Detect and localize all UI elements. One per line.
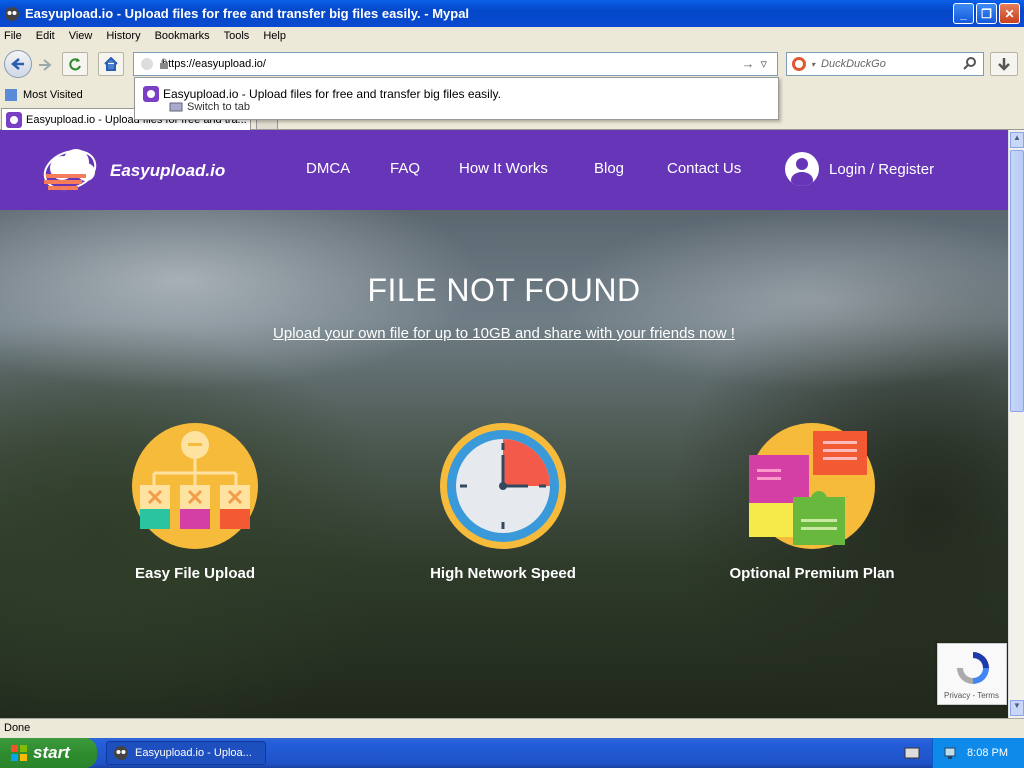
- menu-history[interactable]: History: [106, 30, 140, 42]
- minimize-button[interactable]: _: [953, 3, 974, 24]
- menu-edit[interactable]: Edit: [36, 30, 55, 42]
- recaptcha-icon: [957, 652, 989, 684]
- url-suggestion-dropdown[interactable]: Easyupload.io - Upload files for free an…: [134, 77, 779, 120]
- search-placeholder: DuckDuckGo: [821, 58, 886, 70]
- menu-bar: File Edit View History Bookmarks Tools H…: [0, 27, 1024, 45]
- feature-label: Easy File Upload: [134, 565, 256, 582]
- page-title: FILE NOT FOUND: [367, 272, 641, 308]
- system-tray: 8:08 PM: [932, 738, 1024, 768]
- address-text: https://easyupload.io/: [162, 58, 266, 70]
- feature-label: High Network Speed: [430, 565, 576, 582]
- back-arrow-icon: [11, 58, 24, 70]
- user-avatar-icon: [785, 152, 819, 186]
- windows-taskbar: start Easyupload.io - Uploa... 8:08 PM: [0, 738, 1024, 768]
- lock-icon: [160, 58, 168, 69]
- site-favicon-icon: [143, 86, 159, 102]
- task-label: Easyupload.io - Uploa...: [135, 747, 252, 759]
- search-engine-dropdown-icon[interactable]: ▾: [811, 60, 815, 69]
- download-arrow-icon: [998, 58, 1010, 71]
- clock-icon: [440, 423, 566, 549]
- keyboard-icon[interactable]: [904, 746, 920, 760]
- switch-to-tab-label: Switch to tab: [187, 101, 250, 113]
- window-titlebar: Easyupload.io - Upload files for free an…: [0, 0, 1024, 27]
- most-visited-bookmark[interactable]: Most Visited: [23, 89, 83, 101]
- nav-faq[interactable]: FAQ: [390, 160, 420, 177]
- scroll-up-icon[interactable]: ▲: [1010, 132, 1024, 148]
- file-structure-icon: [132, 423, 258, 549]
- menu-tools[interactable]: Tools: [224, 30, 250, 42]
- forward-arrow-icon: [39, 59, 52, 71]
- go-arrow-icon[interactable]: →▿: [741, 56, 773, 72]
- site-header: Easyupload.io DMCA FAQ How It Works Blog…: [0, 130, 1008, 210]
- nav-blog[interactable]: Blog: [594, 160, 624, 177]
- login-register-link[interactable]: Login / Register: [785, 152, 934, 186]
- nav-dmca[interactable]: DMCA: [306, 160, 350, 177]
- site-identity-icon: [141, 58, 153, 70]
- back-button[interactable]: [4, 50, 32, 78]
- feature-easy-file-upload: Easy File Upload: [70, 423, 320, 582]
- start-button[interactable]: start: [0, 738, 97, 768]
- browser-task-icon: [114, 746, 128, 760]
- forward-button[interactable]: [34, 54, 56, 76]
- feature-high-network-speed: High Network Speed: [378, 423, 628, 582]
- menu-file[interactable]: File: [4, 30, 22, 42]
- network-icon[interactable]: [943, 745, 959, 761]
- browser-icon: [5, 6, 19, 21]
- suggestion-item[interactable]: Easyupload.io - Upload files for free an…: [143, 86, 501, 102]
- window-title: Easyupload.io - Upload files for free an…: [25, 6, 470, 21]
- taskbar-browser-task[interactable]: Easyupload.io - Uploa...: [106, 741, 266, 765]
- cloud-logo-icon: [43, 149, 97, 191]
- search-icon[interactable]: [963, 57, 977, 71]
- nav-contact-us[interactable]: Contact Us: [667, 160, 741, 177]
- clock: 8:08 PM: [967, 747, 1008, 759]
- site-logo[interactable]: Easyupload.io: [40, 142, 225, 200]
- most-visited-icon: [5, 89, 17, 101]
- home-button[interactable]: [98, 52, 124, 76]
- reload-icon: [69, 58, 81, 71]
- duckduckgo-icon: [792, 57, 806, 71]
- reload-button[interactable]: [62, 52, 88, 76]
- scrollbar-thumb[interactable]: [1010, 150, 1024, 412]
- restore-button[interactable]: ❐: [976, 3, 997, 24]
- search-bar[interactable]: ▾ DuckDuckGo: [786, 52, 984, 76]
- start-label: start: [33, 743, 70, 762]
- recaptcha-links[interactable]: Privacy - Terms: [944, 691, 999, 700]
- logo-text: Easyupload.io: [110, 161, 226, 180]
- scroll-down-icon[interactable]: ▼: [1010, 700, 1024, 716]
- vertical-scrollbar[interactable]: ▲ ▼: [1008, 130, 1024, 718]
- close-button[interactable]: ✕: [999, 3, 1020, 24]
- address-bar[interactable]: https://easyupload.io/ →▿: [133, 52, 778, 76]
- feature-optional-premium-plan: Optional Premium Plan: [687, 423, 937, 582]
- menu-bookmarks[interactable]: Bookmarks: [155, 30, 210, 42]
- switch-tab-icon: [169, 102, 183, 112]
- puzzle-icon: [749, 423, 875, 549]
- nav-how-it-works[interactable]: How It Works: [459, 160, 548, 177]
- recaptcha-badge[interactable]: Privacy - Terms: [937, 643, 1007, 705]
- home-icon: [104, 57, 118, 71]
- tab-favicon-icon: [6, 111, 22, 128]
- downloads-button[interactable]: [990, 52, 1018, 76]
- feature-label: Optional Premium Plan: [729, 565, 895, 582]
- page-viewport: Easyupload.io DMCA FAQ How It Works Blog…: [0, 130, 1008, 718]
- upload-cta-link[interactable]: Upload your own file for up to 10GB and …: [0, 325, 1008, 342]
- status-text: Done: [4, 722, 31, 734]
- status-bar: Done: [0, 718, 1024, 738]
- windows-logo-icon: [11, 745, 27, 761]
- login-register-label: Login / Register: [829, 160, 935, 178]
- suggestion-title: Easyupload.io - Upload files for free an…: [163, 87, 501, 101]
- menu-help[interactable]: Help: [263, 30, 286, 42]
- menu-view[interactable]: View: [69, 30, 93, 42]
